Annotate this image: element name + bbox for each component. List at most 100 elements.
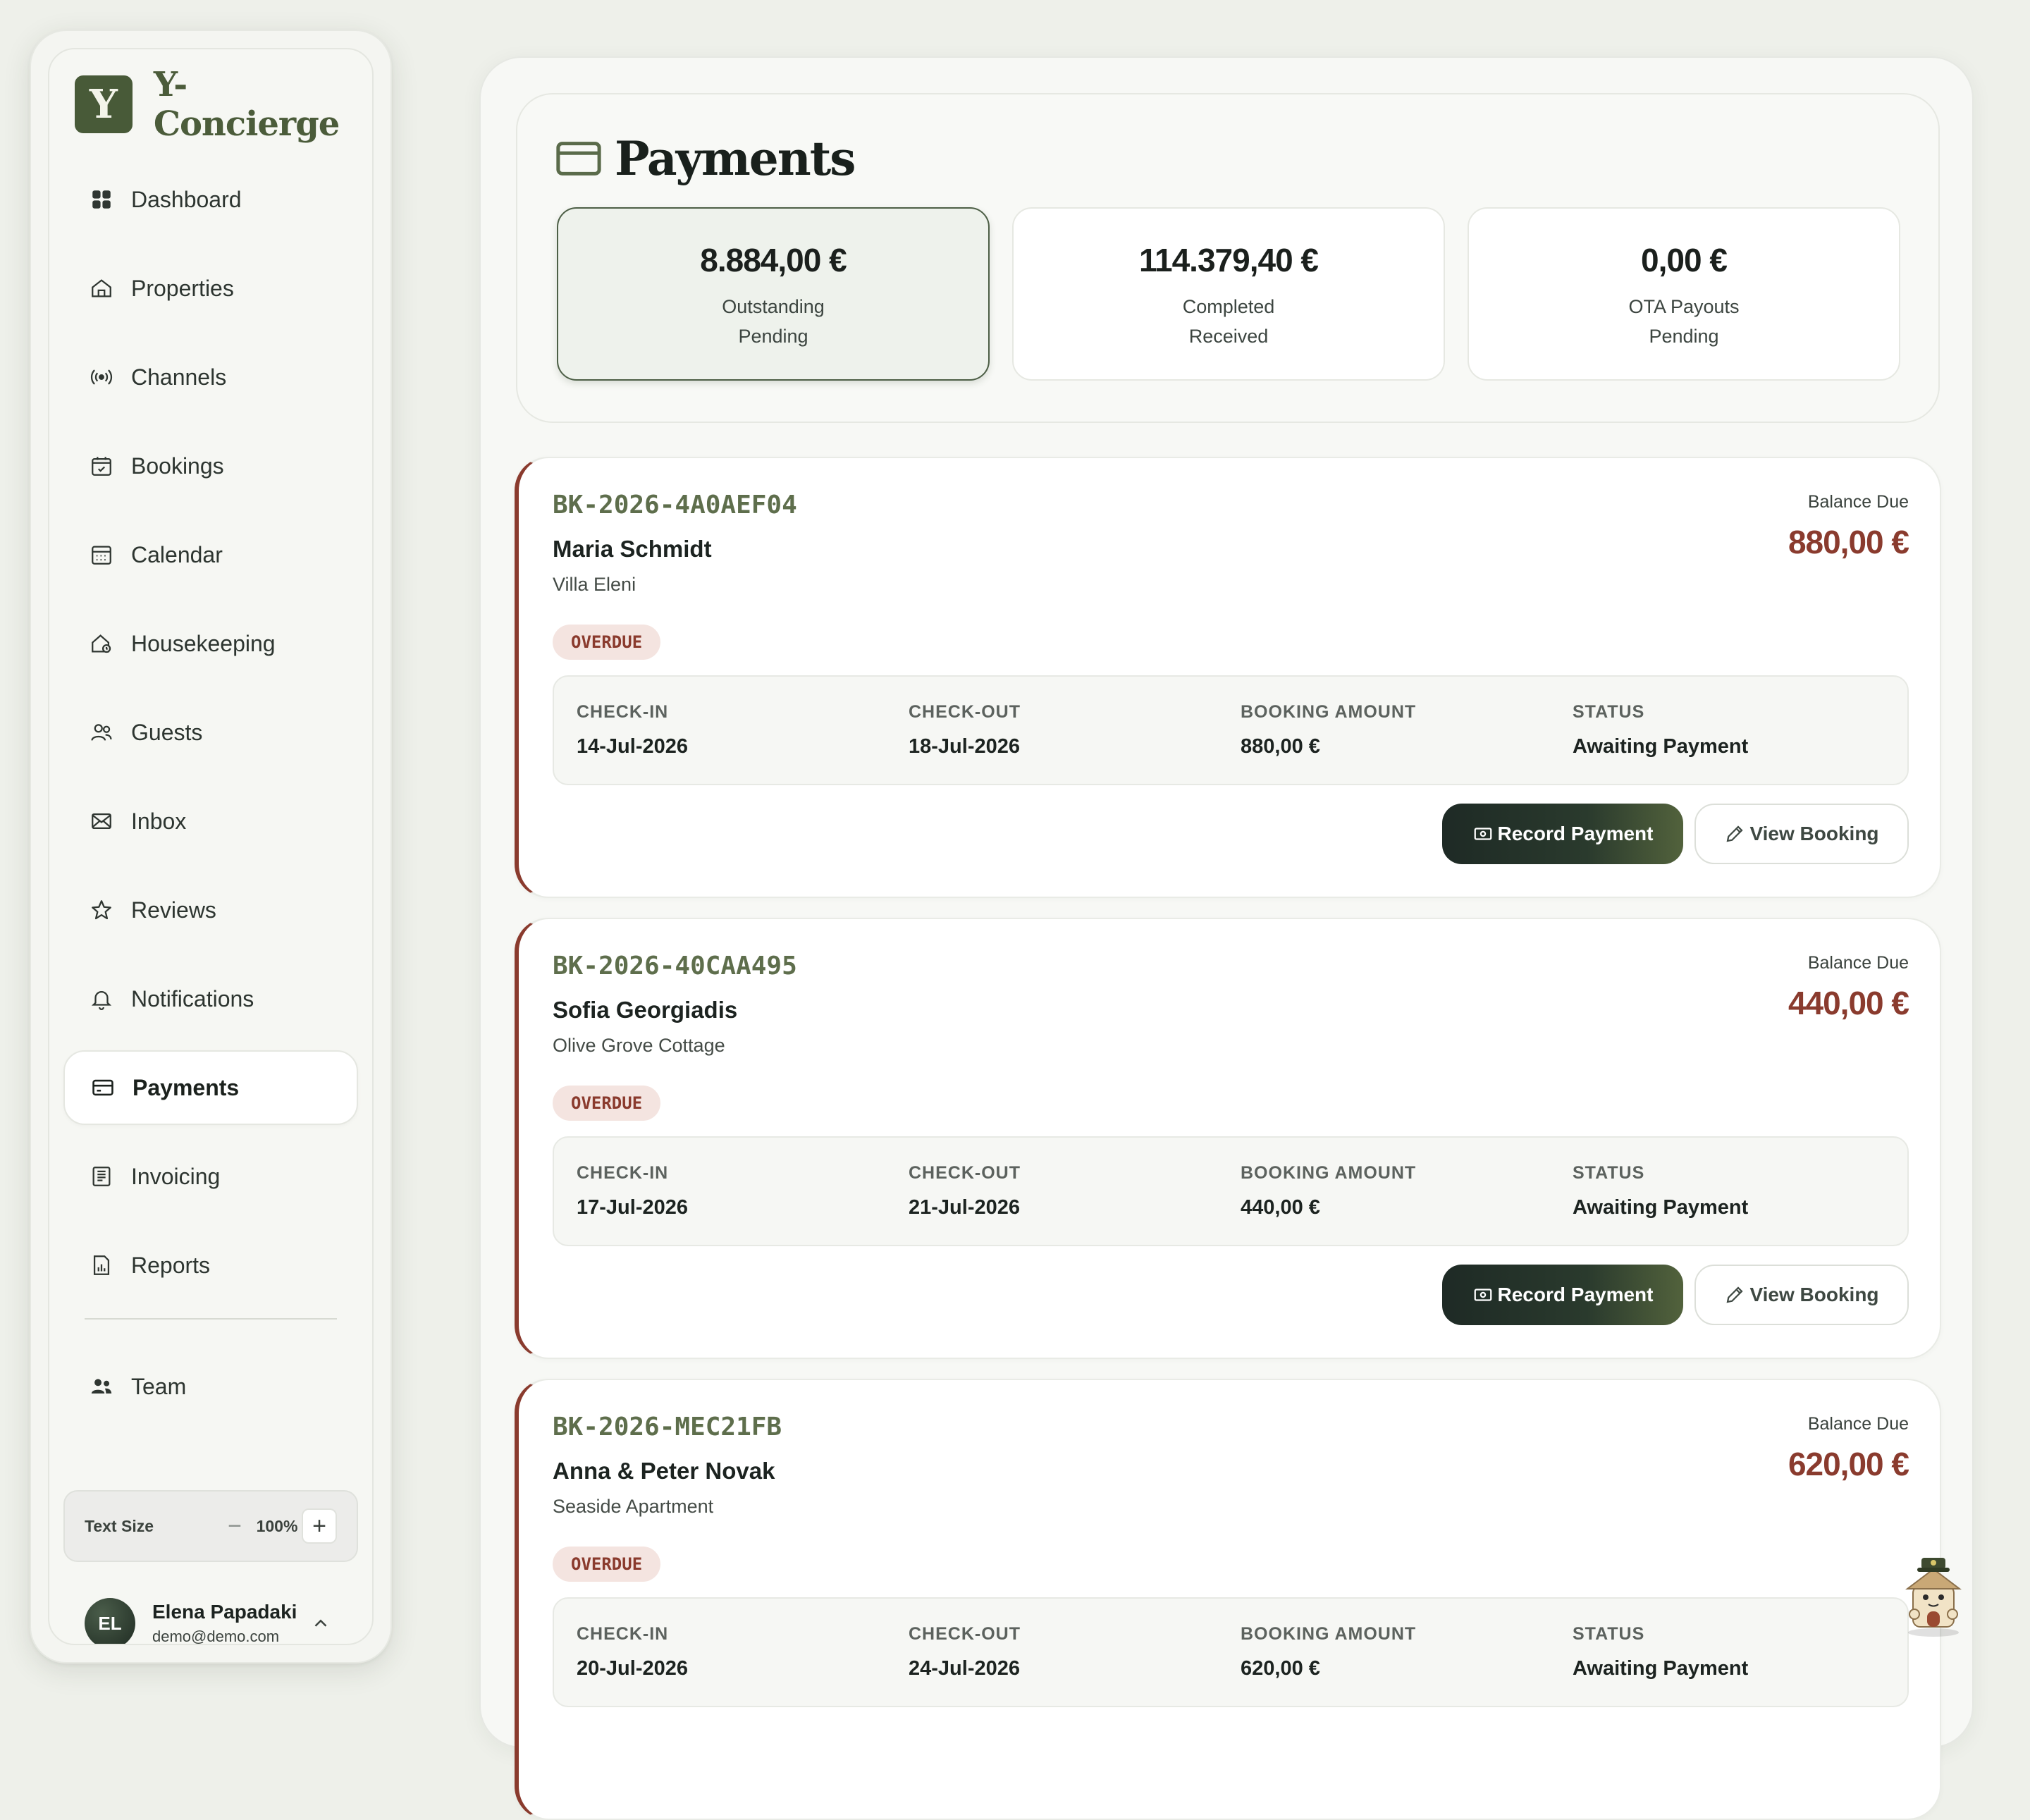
brand[interactable]: Y Y-Concierge: [75, 65, 372, 144]
booking-card: BK-2026-MEC21FB Anna & Peter Novak Seasi…: [515, 1379, 1941, 1820]
sidebar-item-notifications[interactable]: Notifications: [63, 961, 358, 1036]
detail-label: CHECK-IN: [577, 1624, 669, 1644]
user-email: demo@demo.com: [152, 1628, 280, 1645]
sidebar-item-label: Invoicing: [131, 1163, 221, 1189]
booking-details: CHECK-IN 20-Jul-2026 CHECK-OUT 24-Jul-20…: [553, 1597, 1909, 1707]
text-size-decrease-button[interactable]: −: [217, 1508, 252, 1544]
check-in: CHECK-IN 14-Jul-2026: [577, 702, 688, 758]
detail-value: Awaiting Payment: [1573, 1196, 1749, 1219]
sidebar-item-bookings[interactable]: Bookings: [63, 429, 358, 503]
stat-outstanding[interactable]: 8.884,00 € Outstanding Pending: [557, 207, 990, 381]
record-payment-label: Record Payment: [1497, 1284, 1654, 1305]
page-title-text: Payments: [615, 131, 856, 186]
pencil-icon: [1727, 1286, 1744, 1303]
sidebar-item-label: Housekeeping: [131, 630, 276, 656]
text-size-value: 100%: [256, 1516, 298, 1535]
stat-label-line: Received: [1188, 326, 1269, 347]
sidebar-item-team[interactable]: Team: [63, 1349, 358, 1424]
sidebar-item-label: Notifications: [131, 985, 254, 1012]
check-out: CHECK-OUT 21-Jul-2026: [909, 1163, 1021, 1219]
user-info: Elena Papadaki demo@demo.com: [152, 1601, 310, 1645]
sidebar-item-label: Bookings: [131, 453, 224, 479]
property-name: Villa Eleni: [553, 574, 636, 595]
stat-label-line: Completed: [1182, 296, 1275, 317]
sidebar-item-label: Team: [131, 1373, 187, 1399]
booking-card: BK-2026-40CAA495 Sofia Georgiadis Olive …: [515, 918, 1941, 1359]
stat-label: Outstanding Pending: [558, 292, 988, 351]
sidebar-item-label: Reviews: [131, 897, 216, 923]
brand-logo: Y: [75, 75, 133, 133]
credit-card-icon: [90, 1075, 116, 1100]
overdue-badge: OVERDUE: [553, 1086, 661, 1121]
booking-reference: BK-2026-MEC21FB: [553, 1413, 782, 1441]
sidebar-item-reviews[interactable]: Reviews: [63, 873, 358, 947]
booking-card: BK-2026-4A0AEF04 Maria Schmidt Villa Ele…: [515, 457, 1941, 898]
detail-value: 24-Jul-2026: [909, 1657, 1020, 1680]
sidebar: Y Y-Concierge Dashboard Properties Chann…: [30, 30, 392, 1664]
sidebar-item-reports[interactable]: Reports: [63, 1228, 358, 1303]
text-size-increase-button[interactable]: +: [302, 1508, 337, 1544]
record-payment-button[interactable]: Record Payment: [1442, 1265, 1683, 1325]
sidebar-item-guests[interactable]: Guests: [63, 695, 358, 770]
detail-label: CHECK-IN: [577, 702, 669, 722]
sidebar-item-properties[interactable]: Properties: [63, 251, 358, 326]
sidebar-item-inbox[interactable]: Inbox: [63, 784, 358, 859]
stat-value: 0,00 €: [1641, 242, 1728, 278]
overdue-badge: OVERDUE: [553, 1547, 661, 1582]
view-booking-button[interactable]: View Booking: [1694, 804, 1909, 864]
view-booking-button[interactable]: View Booking: [1694, 1265, 1909, 1325]
balance-due-amount: 880,00 €: [1788, 524, 1909, 560]
sidebar-item-housekeeping[interactable]: Housekeeping: [63, 606, 358, 681]
stat-value: 8.884,00 €: [700, 242, 847, 278]
detail-value: 880,00 €: [1241, 735, 1320, 758]
sidebar-divider: [85, 1318, 337, 1320]
stat-label: Completed Received: [1014, 292, 1444, 351]
cash-icon: [1474, 1289, 1491, 1301]
detail-value: 18-Jul-2026: [909, 735, 1020, 758]
sidebar-item-label: Inbox: [131, 808, 187, 834]
detail-label: BOOKING AMOUNT: [1241, 1163, 1417, 1183]
detail-label: BOOKING AMOUNT: [1241, 702, 1417, 722]
chevron-up-icon[interactable]: [310, 1613, 331, 1634]
stat-value: 114.379,40 €: [1138, 242, 1319, 278]
booking-amount: BOOKING AMOUNT 620,00 €: [1241, 1624, 1416, 1680]
sidebar-item-channels[interactable]: Channels: [63, 340, 358, 414]
sidebar-item-label: Payments: [133, 1074, 240, 1100]
detail-label: BOOKING AMOUNT: [1241, 1624, 1417, 1644]
mail-icon: [89, 808, 114, 834]
payments-summary: Payments 8.884,00 € Outstanding Pending …: [516, 93, 1940, 423]
avatar: EL: [85, 1598, 135, 1644]
concierge-mascot-icon[interactable]: [1896, 1554, 1971, 1638]
credit-card-icon: [556, 142, 601, 176]
sidebar-item-dashboard[interactable]: Dashboard: [63, 162, 358, 237]
sidebar-item-calendar[interactable]: Calendar: [63, 517, 358, 592]
detail-label: CHECK-OUT: [909, 1624, 1021, 1644]
property-name: Seaside Apartment: [553, 1496, 714, 1517]
text-size-label: Text Size: [85, 1516, 154, 1535]
page-title: Payments: [555, 131, 856, 186]
sidebar-item-payments[interactable]: Payments: [63, 1050, 358, 1125]
report-icon: [89, 1253, 114, 1278]
detail-value: 17-Jul-2026: [577, 1196, 688, 1219]
user-name: Elena Papadaki: [152, 1601, 297, 1623]
view-booking-label: View Booking: [1749, 823, 1879, 844]
balance-due-amount: 620,00 €: [1788, 1446, 1909, 1482]
housekeeping-icon: [89, 631, 114, 656]
star-icon: [89, 897, 114, 923]
detail-value: 620,00 €: [1241, 1657, 1320, 1680]
payment-status: STATUS Awaiting Payment: [1573, 1163, 1748, 1219]
detail-value: 21-Jul-2026: [909, 1196, 1020, 1219]
sidebar-item-label: Calendar: [131, 541, 223, 567]
user-menu[interactable]: EL Elena Papadaki demo@demo.com: [63, 1585, 358, 1645]
stat-completed[interactable]: 114.379,40 € Completed Received: [1012, 207, 1445, 381]
stat-label-line: Pending: [1649, 326, 1719, 347]
bell-icon: [89, 986, 114, 1012]
stat-ota-payouts[interactable]: 0,00 € OTA Payouts Pending: [1468, 207, 1900, 381]
balance-due-label: Balance Due: [1807, 1414, 1909, 1434]
record-payment-button[interactable]: Record Payment: [1442, 804, 1683, 864]
sidebar-panel: Y Y-Concierge Dashboard Properties Chann…: [48, 48, 374, 1645]
balance-due-amount: 440,00 €: [1788, 985, 1909, 1021]
home-icon: [89, 276, 114, 301]
detail-value: Awaiting Payment: [1573, 735, 1749, 758]
sidebar-item-invoicing[interactable]: Invoicing: [63, 1139, 358, 1214]
